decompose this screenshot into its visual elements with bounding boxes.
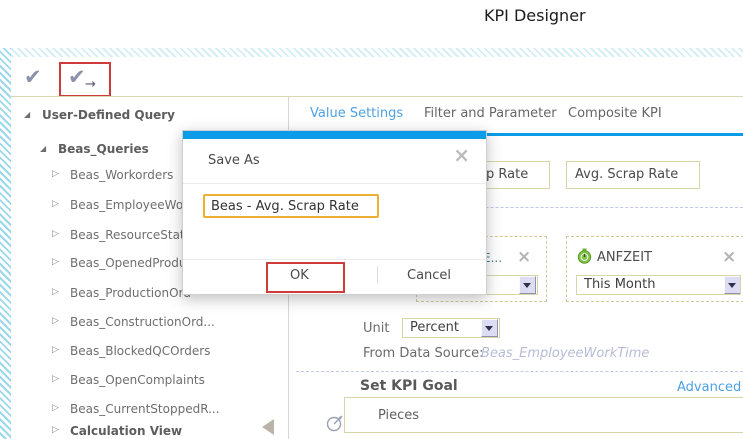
- dropdown-arrow-icon[interactable]: [519, 276, 536, 294]
- dropdown-arrow-icon[interactable]: [481, 319, 498, 337]
- tree-item-label: Beas_Workorders: [70, 168, 173, 182]
- annotation-box-toolbar: [59, 62, 111, 97]
- collapsed-icon[interactable]: ▷: [52, 346, 59, 355]
- goal-target-icon: [325, 413, 345, 433]
- collapsed-icon[interactable]: ▷: [52, 170, 59, 179]
- tab-filter-and-parameter[interactable]: Filter and Parameter: [424, 106, 557, 121]
- confirm-icon[interactable]: ✔: [24, 67, 42, 88]
- collapsed-icon[interactable]: ▷: [52, 317, 59, 326]
- dropdown-arrow-icon[interactable]: [724, 276, 741, 294]
- tree-item-label: Beas_ConstructionOrd...: [70, 315, 215, 329]
- collapsed-icon[interactable]: ▷: [52, 426, 59, 435]
- close-icon[interactable]: ×: [517, 249, 531, 266]
- tree-item-label: User-Defined Query: [42, 108, 175, 122]
- button-separator: [377, 266, 378, 283]
- tree-item-label: Beas_ResourceStatu: [70, 228, 192, 242]
- time-range-dropdown[interactable]: This Month: [576, 275, 741, 295]
- collapsed-icon[interactable]: ▷: [52, 288, 59, 297]
- save-as-name-input[interactable]: [203, 194, 379, 218]
- top-stripe-band: [0, 48, 743, 57]
- section-divider: [296, 371, 743, 372]
- collapsed-icon[interactable]: ▷: [52, 375, 59, 384]
- tree-item-label: Calculation View: [70, 424, 182, 438]
- unit-value: Percent: [410, 320, 459, 335]
- unit-label: Unit: [363, 321, 389, 336]
- collapsed-icon[interactable]: ▷: [52, 258, 59, 267]
- tree-item-label: Beas_ProductionOrd: [70, 286, 191, 300]
- tree-item-label: Beas_OpenedProdu: [70, 256, 187, 270]
- close-icon[interactable]: ×: [722, 249, 736, 266]
- tab-composite-kpi[interactable]: Composite KPI: [568, 106, 662, 121]
- collapsed-icon[interactable]: ▷: [52, 200, 59, 209]
- dialog-divider: [183, 183, 486, 184]
- tree-item-label: Beas_Queries: [58, 142, 149, 156]
- collapsed-icon[interactable]: ▷: [52, 230, 59, 239]
- tree-item-label: Beas_BlockedQCOrders: [70, 344, 210, 358]
- advanced-goal-link[interactable]: Advanced G: [677, 380, 743, 395]
- unit-dropdown[interactable]: Percent: [402, 318, 500, 338]
- tree-item-label: Beas_OpenComplaints: [70, 373, 205, 387]
- toolbar: ✔ ✔ →: [0, 57, 743, 96]
- dialog-title: Save As: [208, 153, 260, 168]
- collapsed-icon[interactable]: ▷: [52, 404, 59, 413]
- tab-value-settings[interactable]: Value Settings: [310, 106, 403, 121]
- filter-card-anfzeit: ANFZEIT × This Month: [566, 236, 743, 302]
- page-title: KPI Designer: [484, 6, 586, 25]
- expand-icon[interactable]: ◢: [24, 111, 30, 119]
- goal-value-input[interactable]: [344, 397, 743, 433]
- collapse-panel-arrow[interactable]: [262, 419, 274, 435]
- filter-card-anfzeit-label: ANFZEIT: [597, 250, 652, 265]
- toolbar-divider: [11, 96, 743, 97]
- close-icon[interactable]: ×: [453, 145, 470, 165]
- expand-icon[interactable]: ◢: [40, 145, 46, 153]
- dialog-header-bar: [183, 131, 486, 139]
- data-source-value: Beas_EmployeeWorkTime: [481, 346, 649, 361]
- goal-section-title: Set KPI Goal: [360, 378, 458, 394]
- data-source-label: From Data Source:: [363, 346, 484, 361]
- kpi-description-field[interactable]: Avg. Scrap Rate: [566, 161, 700, 189]
- tree-item-label: Beas_CurrentStoppedR...: [70, 402, 220, 416]
- save-as-dialog: Save As × OK Cancel: [182, 130, 487, 295]
- tree-item-label: Beas_EmployeeWork: [70, 198, 195, 212]
- cancel-button[interactable]: Cancel: [407, 268, 451, 283]
- left-stripe-band: [0, 48, 11, 439]
- time-range-value: This Month: [584, 277, 655, 292]
- dialog-divider: [183, 259, 486, 260]
- annotation-box-ok: [266, 262, 345, 293]
- timer-icon: [577, 248, 592, 264]
- kpi-designer-screen: KPI Designer ✔ ✔ → ◢ User-Defined Query …: [0, 0, 743, 439]
